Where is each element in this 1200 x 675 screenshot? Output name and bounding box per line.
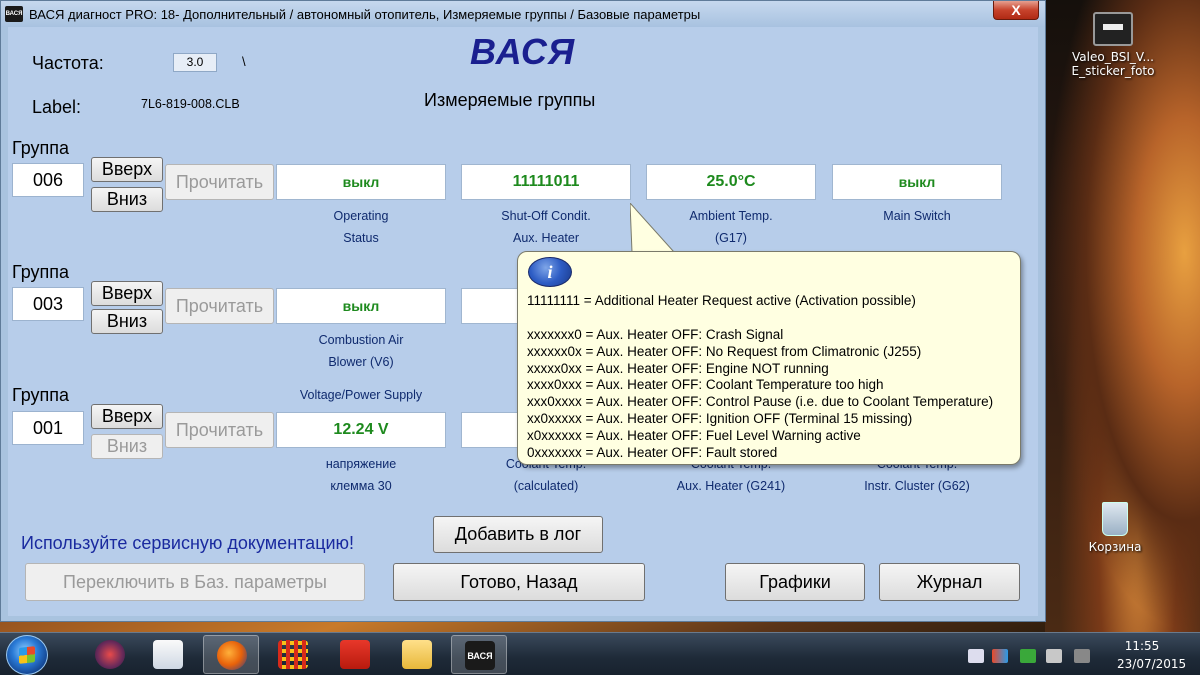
app-logo-icon: ВАСЯ	[5, 6, 23, 22]
group-number-input[interactable]: 003	[12, 287, 84, 321]
group-up-button[interactable]: Вверх	[91, 404, 163, 429]
tray-clock[interactable]: 11:55 23/07/2015	[1117, 637, 1187, 673]
tooltip-line: xxx0xxxx = Aux. Heater OFF: Control Paus…	[527, 394, 994, 410]
group-read-button[interactable]: Прочитать	[165, 164, 274, 200]
taskbar-item-vasya[interactable]: ВАСЯ	[451, 635, 507, 674]
field-description: Operating Status	[333, 209, 389, 245]
label-value: 7L6-819-008.CLB	[141, 97, 240, 111]
field-description: напряжение клемма 30	[325, 457, 397, 493]
group-read-button[interactable]: Прочитать	[165, 288, 274, 324]
tooltip-tail	[630, 203, 676, 254]
folder-icon	[402, 640, 432, 669]
service-doc-hint: Используйте сервисную документацию!	[21, 533, 355, 553]
group-up-button[interactable]: Вверх	[91, 281, 163, 306]
brand-title: ВАСЯ	[470, 31, 576, 72]
journal-button[interactable]: Журнал	[879, 563, 1020, 601]
action-center-icon[interactable]	[1046, 649, 1062, 663]
value-field: выкл	[276, 288, 446, 324]
taskbar-item-media[interactable]	[140, 635, 196, 674]
taskbar-item-grid[interactable]	[265, 635, 321, 674]
field-description: Main Switch	[883, 209, 951, 223]
shield-icon[interactable]	[1020, 649, 1036, 663]
clock-date: 23/07/2015	[1117, 657, 1187, 671]
media-player-icon	[153, 640, 183, 669]
file-icon	[1093, 12, 1133, 46]
window-title: ВАСЯ диагност PRO: 18- Дополнительный / …	[29, 6, 701, 22]
tooltip-line: xxxx0xxx = Aux. Heater OFF: Coolant Temp…	[527, 377, 884, 393]
field-description: Combustion Air Blower (V6)	[318, 333, 404, 369]
frequency-suffix: \	[242, 54, 246, 69]
desktop-file-label-1: Valeo_BSI_V...	[1072, 50, 1154, 64]
done-back-button[interactable]: Готово, Назад	[393, 563, 645, 601]
group-down-button[interactable]: Вниз	[91, 434, 163, 459]
start-button[interactable]	[6, 635, 48, 675]
info-icon: i	[528, 257, 572, 287]
group-label: Группа	[12, 138, 70, 158]
info-tooltip: i 11111111 = Additional Heater Request a…	[517, 251, 1021, 465]
value-field: 25.0°C	[646, 164, 816, 200]
trash-icon	[1102, 502, 1128, 536]
value-field: 12.24 V	[276, 412, 446, 448]
frequency-value: 3.0	[173, 53, 217, 72]
value-field: выкл	[276, 164, 446, 200]
group-read-button[interactable]: Прочитать	[165, 412, 274, 448]
volume-icon[interactable]	[968, 649, 984, 663]
taskbar-item-explorer[interactable]	[389, 635, 445, 674]
recycle-bin-label: Корзина	[1088, 540, 1142, 554]
window-titlebar[interactable]: ВАСЯ ВАСЯ диагност PRO: 18- Дополнительн…	[1, 1, 1045, 27]
network-icon[interactable]	[992, 649, 1008, 663]
tooltip-heading: 11111111 = Additional Heater Request act…	[527, 293, 916, 308]
group-number-input[interactable]: 001	[12, 411, 84, 445]
taskbar: ВАСЯ 11:55 23/07/2015	[0, 632, 1200, 675]
graphs-button[interactable]: Графики	[725, 563, 865, 601]
tooltip-line: x0xxxxxx = Aux. Heater OFF: Fuel Level W…	[527, 427, 861, 443]
taskbar-item-download[interactable]	[327, 635, 383, 674]
taskbar-item-app1[interactable]	[82, 635, 138, 674]
vasya-app-icon: ВАСЯ	[465, 641, 495, 670]
taskbar-item-firefox[interactable]	[203, 635, 259, 674]
tooltip-line: xxxxxx0x = Aux. Heater OFF: No Request f…	[527, 343, 922, 359]
value-field: выкл	[832, 164, 1002, 200]
download-icon	[340, 640, 370, 669]
group-label: Группа	[12, 262, 70, 282]
group-label: Группа	[12, 385, 70, 405]
recycle-bin-icon[interactable]: Корзина	[1070, 502, 1160, 554]
tooltip-line: 0xxxxxxx = Aux. Heater OFF: Fault stored	[527, 444, 778, 460]
app-icon	[95, 640, 125, 669]
desktop-file-icon[interactable]: Valeo_BSI_V... E_sticker_foto	[1068, 12, 1158, 78]
tooltip-lines: xxxxxxx0 = Aux. Heater OFF: Crash Signal…	[527, 327, 993, 461]
group-top-description: Voltage/Power Supply	[299, 388, 423, 402]
tooltip-line: xxxxxxx0 = Aux. Heater OFF: Crash Signal	[527, 327, 784, 342]
label-label: Label:	[32, 97, 82, 117]
firefox-icon	[217, 641, 247, 670]
group-down-button[interactable]: Вниз	[91, 309, 163, 334]
group-number-input[interactable]: 006	[12, 163, 84, 197]
value-field: 11111011	[461, 164, 631, 200]
switch-basic-params-button[interactable]: Переключить в Баз. параметры	[25, 563, 365, 601]
frequency-label: Частота:	[32, 53, 104, 73]
grid-app-icon	[278, 640, 308, 669]
field-description: Shut-Off Condit. Aux. Heater	[501, 209, 591, 245]
signal-icon[interactable]	[1074, 649, 1090, 663]
desktop-file-label-2: E_sticker_foto	[1071, 64, 1155, 78]
clock-time: 11:55	[1124, 639, 1160, 653]
group-down-button[interactable]: Вниз	[91, 187, 163, 212]
add-to-log-button[interactable]: Добавить в лог	[433, 516, 603, 553]
group-up-button[interactable]: Вверх	[91, 157, 163, 182]
tooltip-line: xxxxx0xx = Aux. Heater OFF: Engine NOT r…	[527, 360, 829, 376]
tooltip-line: xx0xxxxx = Aux. Heater OFF: Ignition OFF…	[527, 410, 913, 426]
close-button[interactable]: X	[993, 1, 1039, 20]
subtitle: Измеряемые группы	[424, 90, 596, 110]
